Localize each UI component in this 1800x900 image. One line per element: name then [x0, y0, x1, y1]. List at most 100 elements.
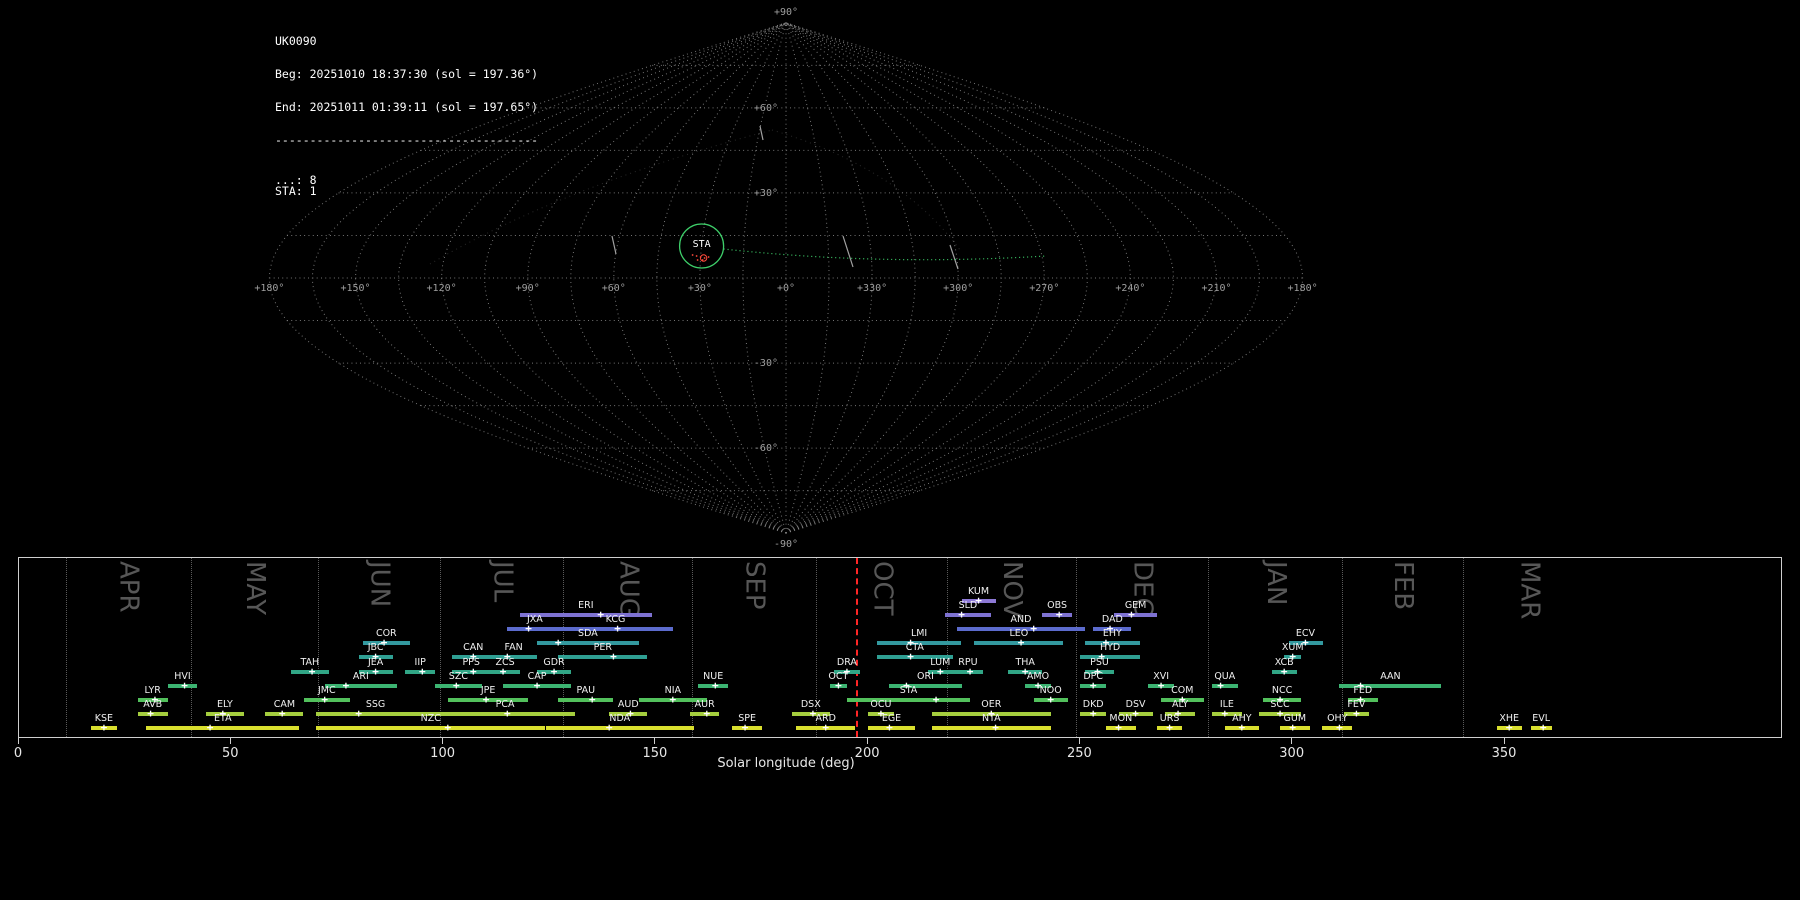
- shower-code-label: LYR: [144, 684, 161, 696]
- longitude-label: +180°: [1288, 283, 1318, 294]
- shower-peak-marker: +: [932, 692, 940, 706]
- shower-code-label: ZCS: [495, 656, 515, 668]
- shower-code-label: EHY: [1102, 628, 1122, 640]
- shower-code-label: THA: [1015, 656, 1035, 668]
- shower-code-label: CAM: [273, 698, 296, 710]
- shower-code-label: ARI: [352, 670, 369, 682]
- shower-code-label: JBC: [367, 642, 384, 654]
- latitude-label: +60°: [754, 103, 778, 114]
- shower-code-label: COM: [1171, 684, 1194, 696]
- shower-code-label: NTA: [981, 712, 1001, 724]
- x-tick-label: 150: [642, 746, 668, 761]
- shower-code-label: SPE: [738, 712, 756, 724]
- x-tick-mark: [17, 738, 19, 744]
- shower-code-label: JEA: [367, 656, 384, 668]
- shower-code-label: AND: [1010, 614, 1032, 626]
- month-gridline: [1342, 558, 1343, 737]
- shower-code-label: TAH: [300, 656, 320, 668]
- meteor-trail: [842, 235, 854, 268]
- x-tick-label: 250: [1066, 746, 1092, 761]
- shower-code-label: DAD: [1101, 614, 1123, 626]
- month-label: JUN: [364, 561, 395, 608]
- x-tick-label: 0: [13, 746, 23, 761]
- sky-map: +180° +150° +120° +90° +60° +30° +0° +330° +300°…: [254, 7, 1318, 550]
- shower-code-label: NZC: [420, 712, 441, 724]
- shower-code-label: DPC: [1083, 670, 1104, 682]
- shower-bar: [316, 711, 436, 716]
- shower-code-label: LUM: [930, 656, 951, 668]
- shower-code-label: ERI: [578, 600, 594, 612]
- shower-code-label: XVI: [1153, 670, 1169, 682]
- shower-bar: [545, 725, 695, 730]
- shower-code-label: AUD: [617, 698, 639, 710]
- month-gridline: [1075, 558, 1077, 737]
- longitude-label: +300°: [943, 283, 973, 294]
- x-tick-label: 200: [854, 746, 880, 761]
- shower-code-label: JPE: [480, 684, 496, 696]
- shower-code-label: STA: [899, 684, 918, 696]
- shower-code-label: ETA: [214, 712, 232, 724]
- shower-code-label: LMI: [910, 628, 928, 640]
- shower-code-label: SCC: [1270, 698, 1290, 710]
- x-tick-label: 100: [430, 746, 456, 761]
- latitude-label: -30°: [754, 358, 778, 369]
- shower-code-label: PER: [593, 642, 612, 654]
- latitude-label: -60°: [754, 443, 778, 454]
- field-arc: [771, 129, 961, 251]
- shower-code-label: ELY: [216, 698, 233, 710]
- month-label: OCT: [867, 561, 898, 616]
- session-begin: Beg: 20251010 18:37:30 (sol = 197.36°): [275, 67, 539, 81]
- shower-code-label: SSG: [365, 698, 386, 710]
- shower-code-label: KSE: [94, 712, 114, 724]
- shower-code-label: ORI: [917, 670, 934, 682]
- x-tick-mark: [1503, 738, 1505, 744]
- separator-line: --------------------------------------: [275, 133, 539, 147]
- shower-code-label: KUM: [967, 586, 990, 597]
- shower-code-label: PCA: [495, 698, 515, 710]
- month-label: FEB: [1388, 561, 1419, 611]
- meteor-trails: [611, 125, 959, 270]
- shower-code-label: OER: [981, 698, 1002, 710]
- x-tick-label: 350: [1491, 746, 1517, 761]
- meteor-trail: [759, 125, 764, 141]
- observation-summary: UK0090 Beg: 20251010 18:37:30 (sol = 197…: [275, 14, 538, 219]
- shower-bar: [558, 655, 648, 660]
- longitude-label: +60°: [602, 283, 626, 294]
- longitude-label: +30°: [688, 283, 712, 294]
- shower-code-label: PSU: [1090, 656, 1109, 668]
- shower-code-label: SZC: [448, 670, 468, 682]
- shower-code-label: OBS: [1047, 600, 1068, 612]
- shower-bar: [944, 613, 992, 618]
- shower-code-label: HVI: [174, 670, 191, 682]
- radiant-detection-marks: [691, 254, 710, 262]
- shower-code-label: XUM: [1281, 642, 1304, 654]
- shower-code-label: RPU: [958, 656, 978, 668]
- pole-label-top: +90°: [774, 7, 798, 18]
- shower-bar: [846, 697, 970, 702]
- month-gridline: [563, 558, 565, 737]
- pole-label-bottom: -90°: [774, 539, 798, 550]
- shower-code-label: PPS: [462, 656, 480, 668]
- shower-code-label: CAP: [527, 670, 547, 682]
- shower-peak-marker: +: [342, 678, 350, 692]
- current-sol-line: [855, 558, 858, 737]
- month-gridline: [440, 558, 442, 737]
- shower-code-label: NIA: [664, 684, 682, 696]
- month-gridline: [691, 558, 693, 737]
- shower-bar: [558, 697, 614, 702]
- shower-code-label: CTA: [905, 642, 924, 654]
- x-tick-mark: [1078, 738, 1080, 744]
- shower-code-label: COR: [375, 628, 397, 640]
- month-gridline: [1207, 558, 1209, 737]
- shower-code-label: IIP: [414, 656, 426, 668]
- shower-code-label: JXA: [526, 614, 543, 626]
- shower-code-label: FEV: [1347, 698, 1366, 710]
- shower-code-label: ILE: [1219, 698, 1234, 710]
- radiant-map-screen: +180° +150° +120° +90° +60° +30° +0° +330° +300°…: [0, 0, 1800, 900]
- shower-code-label: FED: [1353, 684, 1373, 696]
- month-gridline: [947, 558, 949, 737]
- shower-code-label: GEM: [1124, 600, 1147, 612]
- x-tick-label: 300: [1279, 746, 1305, 761]
- month-gridline: [65, 558, 67, 737]
- x-tick-mark: [442, 738, 444, 744]
